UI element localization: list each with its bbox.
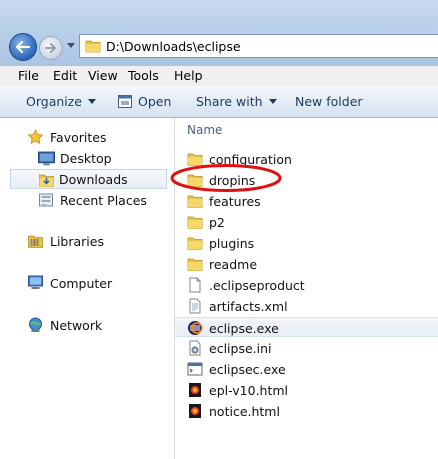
navigation-bar: D:\Downloads\eclipse: [0, 0, 438, 66]
folder-icon: [187, 214, 203, 230]
file-name: notice.html: [209, 404, 280, 419]
sidebar-item-favorites[interactable]: Favorites: [0, 127, 174, 147]
open-label: Open: [138, 94, 172, 109]
file-name: artifacts.xml: [209, 299, 288, 314]
desktop-icon: [38, 151, 55, 166]
column-header-name[interactable]: Name: [187, 123, 222, 137]
new-folder-button[interactable]: New folder: [295, 94, 363, 109]
sidebar-label-network: Network: [50, 317, 103, 333]
menu-edit[interactable]: Edit: [53, 68, 77, 83]
file-row[interactable]: .eclipseproduct: [175, 275, 438, 295]
sidebar-item-network[interactable]: Network: [0, 315, 174, 335]
file-row[interactable]: p2: [175, 212, 438, 232]
file-row[interactable]: plugins: [175, 233, 438, 253]
file-row[interactable]: dropins: [175, 170, 438, 190]
back-button[interactable]: [9, 33, 37, 61]
file-row[interactable]: eclipse.exe: [175, 317, 438, 337]
libraries-icon: [28, 235, 43, 248]
file-name: .eclipseproduct: [209, 278, 305, 293]
file-list: Name configuration dropins features p2 plugi…: [175, 118, 438, 459]
file-row[interactable]: features: [175, 191, 438, 211]
sidebar-label-downloads: Downloads: [59, 171, 128, 187]
downloads-folder-icon: [39, 174, 54, 187]
file-row[interactable]: eclipse.ini: [175, 338, 438, 358]
menu-tools[interactable]: Tools: [128, 68, 159, 83]
file-name: configuration: [209, 152, 292, 167]
computer-icon: [28, 275, 43, 289]
new-folder-label: New folder: [295, 94, 363, 109]
forward-arrow-icon: [45, 43, 56, 53]
chevron-down-icon: [67, 43, 75, 48]
file-name: p2: [209, 215, 225, 230]
file-name: epl-v10.html: [209, 383, 289, 398]
folder-icon: [187, 151, 203, 167]
file-name: eclipsec.exe: [209, 362, 286, 377]
folder-icon: [187, 235, 203, 251]
file-name: readme: [209, 257, 258, 272]
file-row[interactable]: eclipsec.exe: [175, 359, 438, 379]
command-toolbar: Organize Open Share with New folder: [0, 86, 438, 118]
organize-button[interactable]: Organize: [26, 94, 96, 109]
organize-label: Organize: [26, 94, 82, 109]
recent-places-icon: [39, 193, 53, 207]
sidebar-label-favorites: Favorites: [50, 129, 107, 145]
navigation-pane: Favorites Desktop Downloads Recent Place…: [0, 118, 175, 459]
chevron-down-icon: [88, 99, 96, 104]
network-icon: [29, 317, 42, 332]
file-row[interactable]: epl-v10.html: [175, 380, 438, 400]
back-arrow-icon: [16, 41, 30, 53]
folder-icon: [187, 172, 203, 188]
sidebar-item-desktop[interactable]: Desktop: [0, 148, 174, 168]
address-bar[interactable]: D:\Downloads\eclipse: [79, 34, 438, 58]
html-file-icon: [187, 403, 203, 419]
chevron-down-icon: [268, 99, 277, 104]
file-name: eclipse.ini: [209, 341, 272, 356]
recent-pages-dropdown[interactable]: [66, 41, 76, 51]
menu-help[interactable]: Help: [174, 68, 203, 83]
sidebar-item-downloads[interactable]: Downloads: [10, 169, 167, 189]
file-row[interactable]: readme: [175, 254, 438, 274]
forward-button[interactable]: [39, 36, 63, 60]
sidebar-label-recent-places: Recent Places: [60, 192, 147, 208]
file-name: eclipse.exe: [209, 321, 279, 336]
address-path[interactable]: D:\Downloads\eclipse: [106, 39, 241, 54]
blank-file-icon: [187, 277, 203, 293]
sidebar-item-recent-places[interactable]: Recent Places: [0, 190, 174, 210]
share-with-button[interactable]: Share with: [196, 94, 277, 109]
star-icon: [27, 129, 44, 145]
folder-icon: [187, 193, 203, 209]
eclipse-icon: [187, 320, 203, 336]
file-row[interactable]: configuration: [175, 149, 438, 169]
xml-file-icon: [187, 298, 203, 314]
sidebar-item-computer[interactable]: Computer: [0, 273, 174, 293]
menu-view[interactable]: View: [88, 68, 118, 83]
folder-icon: [187, 256, 203, 272]
file-name: plugins: [209, 236, 255, 251]
menu-file[interactable]: File: [18, 68, 39, 83]
open-icon: [118, 95, 132, 108]
html-file-icon: [187, 382, 203, 398]
file-name: features: [209, 194, 261, 209]
console-exe-icon: [187, 361, 203, 377]
open-button[interactable]: Open: [118, 94, 171, 109]
sidebar-label-desktop: Desktop: [60, 150, 112, 166]
file-name: dropins: [209, 173, 256, 188]
share-with-label: Share with: [196, 94, 263, 109]
sidebar-label-computer: Computer: [50, 275, 113, 291]
menu-bar: File Edit View Tools Help: [0, 66, 438, 87]
sidebar-item-libraries[interactable]: Libraries: [0, 231, 174, 251]
file-row[interactable]: notice.html: [175, 401, 438, 421]
ini-file-icon: [187, 340, 203, 356]
sidebar-label-libraries: Libraries: [50, 233, 104, 249]
folder-icon: [85, 40, 101, 53]
file-row[interactable]: artifacts.xml: [175, 296, 438, 316]
